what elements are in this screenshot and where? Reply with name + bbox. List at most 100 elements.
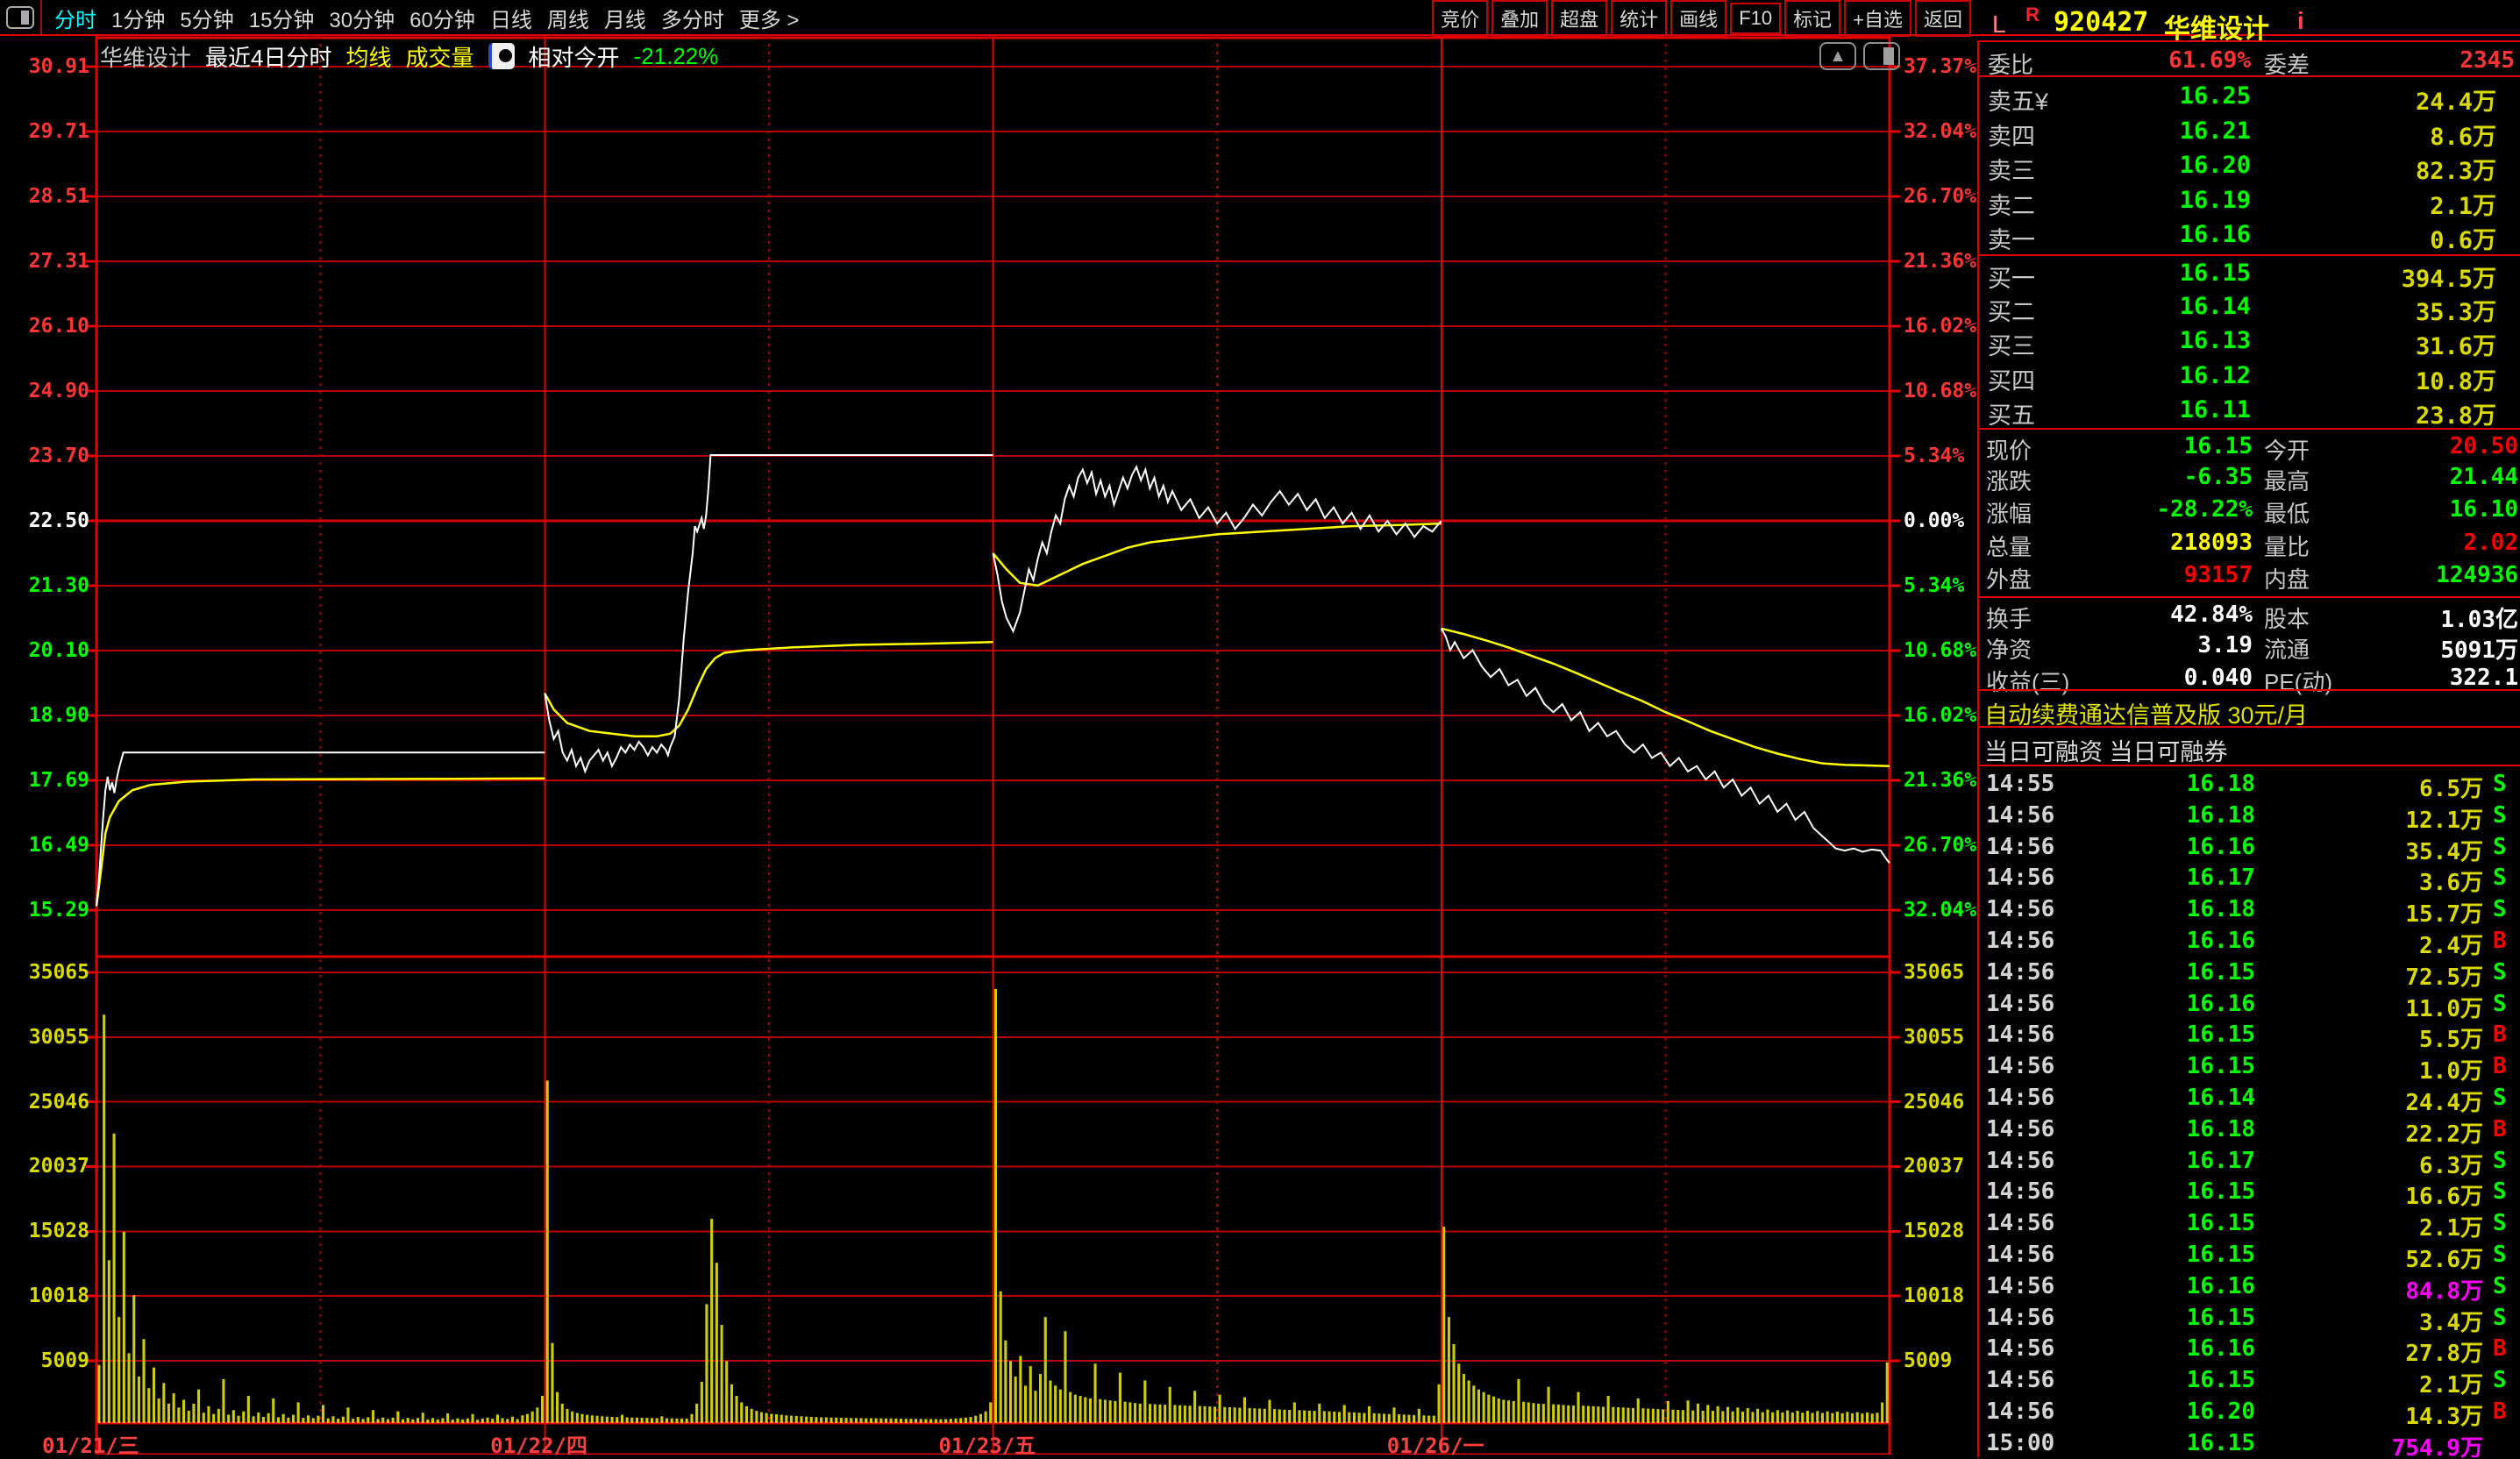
tick-trade-list[interactable]: 14:5516.186.5万S14:5616.1812.1万S14:5616.1… — [1979, 768, 2520, 1457]
tick-trade-row[interactable]: 14:5616.1822.2万B — [1979, 1114, 2520, 1145]
tick-trade-row[interactable]: 14:5516.186.5万S — [1979, 768, 2520, 800]
margin-flag-l: L — [1992, 11, 2006, 39]
tick-direction: S — [2493, 1178, 2507, 1205]
menu-item-统计[interactable]: 统计 — [1611, 0, 1667, 37]
tick-trade-row[interactable]: 14:5616.2014.3万B — [1979, 1396, 2520, 1427]
volume-legend[interactable]: 成交量 — [406, 40, 474, 73]
volume-axis-label: 30055 — [1904, 1025, 1964, 1050]
tick-volume: 12.1万 — [2268, 802, 2483, 835]
tick-trade-row[interactable]: 14:5616.1552.6万S — [1979, 1239, 2520, 1270]
intraday-plot[interactable] — [0, 36, 1975, 1455]
percent-axis-label: 10.68% — [1904, 638, 1976, 663]
tick-trade-row[interactable]: 14:5616.1572.5万S — [1979, 957, 2520, 988]
date-axis-label[interactable]: 01/22/四 — [490, 1428, 587, 1459]
info-icon[interactable]: i — [2297, 7, 2304, 35]
camera-icon[interactable] — [488, 43, 515, 69]
bid-row-5[interactable]: 买五16.1123.8万 — [1979, 393, 2520, 427]
weicha-value: 2345 — [2459, 47, 2515, 74]
menu-item-[interactable]: 周线 — [547, 3, 589, 33]
tick-trade-row[interactable]: 14:5616.1516.6万S — [1979, 1176, 2520, 1207]
tick-trade-row[interactable]: 14:5616.1815.7万S — [1979, 893, 2520, 925]
percent-axis-label: 21.36% — [1904, 768, 1976, 793]
menu-item-画线[interactable]: 画线 — [1670, 0, 1726, 37]
date-axis-label[interactable]: 01/23/五 — [939, 1428, 1036, 1459]
menu-item-叠加[interactable]: 叠加 — [1491, 0, 1548, 37]
menu-item-+自选[interactable]: +自选 — [1844, 0, 1911, 37]
window-panel-icon[interactable] — [6, 6, 34, 29]
tick-trade-row[interactable]: 14:5616.1812.1万S — [1979, 800, 2520, 831]
menu-item-标记[interactable]: 标记 — [1784, 0, 1840, 37]
ask-volume: 0.6万 — [2312, 221, 2496, 255]
menu-item-[interactable]: 多分时 — [661, 3, 724, 33]
quote-label: 量比 — [2264, 530, 2310, 562]
menu-item-[interactable]: 月线 — [604, 3, 646, 33]
subscription-banner[interactable]: 自动续费通达信普及版 30元/月 — [1979, 689, 2520, 728]
split-pane-icon[interactable] — [1863, 42, 1900, 70]
price-axis-label: 22.50 — [0, 509, 89, 533]
menu-item-[interactable]: 日线 — [490, 3, 532, 33]
bid-row-2[interactable]: 买二16.1435.3万 — [1979, 289, 2520, 324]
ask-row-4[interactable]: 卖四16.218.6万 — [1979, 114, 2520, 148]
tick-time: 14:56 — [1986, 834, 2054, 860]
percent-axis-label: 5.34% — [1904, 444, 1964, 468]
tick-price: 16.15 — [2146, 1305, 2255, 1331]
menu-item-15[interactable]: 15分钟 — [249, 3, 315, 33]
menu-item-[interactable]: 分时 — [54, 3, 96, 33]
tick-price: 16.20 — [2146, 1399, 2255, 1425]
menu-item-1[interactable]: 1分钟 — [111, 3, 165, 33]
tick-trade-row[interactable]: 14:5616.152.1万S — [1979, 1207, 2520, 1239]
ask-row-2[interactable]: 卖二16.192.1万 — [1979, 183, 2520, 217]
menu-item-30[interactable]: 30分钟 — [329, 3, 395, 33]
chart-period-label[interactable]: 最近4日分时 — [205, 40, 331, 73]
menu-item-60[interactable]: 60分钟 — [409, 3, 475, 33]
bid-volume: 35.3万 — [2312, 293, 2496, 327]
tick-trade-row[interactable]: 14:5616.155.5万B — [1979, 1019, 2520, 1050]
ask-volume: 2.1万 — [2312, 187, 2496, 221]
tick-price: 16.17 — [2146, 1148, 2255, 1174]
tick-trade-row[interactable]: 14:5616.1611.0万S — [1979, 988, 2520, 1020]
menu-item-竞价[interactable]: 竞价 — [1432, 0, 1488, 37]
tick-trade-row[interactable]: 14:5616.151.0万B — [1979, 1050, 2520, 1082]
volume-axis-label: 10018 — [0, 1284, 89, 1308]
menu-item-[interactable]: 更多 > — [739, 3, 800, 33]
ma-legend[interactable]: 均线 — [345, 40, 391, 73]
percent-axis-label: 5.34% — [1904, 573, 1964, 598]
date-axis-label[interactable]: 01/21/三 — [42, 1428, 139, 1459]
quote-value: 16.15 — [2111, 433, 2253, 459]
ask-row-1[interactable]: 卖一16.160.6万 — [1979, 217, 2520, 252]
menu-item-超盘[interactable]: 超盘 — [1551, 0, 1607, 37]
tick-direction: B — [2493, 1021, 2507, 1048]
tick-volume: 754.9万 — [2268, 1430, 2483, 1457]
ask-row-5[interactable]: 卖五¥16.2524.4万 — [1979, 79, 2520, 113]
tick-price: 16.18 — [2146, 771, 2255, 797]
tick-trade-row[interactable]: 14:5616.173.6万S — [1979, 862, 2520, 893]
tick-trade-row[interactable]: 15:0016.15754.9万 — [1979, 1427, 2520, 1457]
menu-item-返回[interactable]: 返回 — [1915, 0, 1971, 37]
tick-volume: 11.0万 — [2268, 991, 2483, 1023]
ask-price: 16.19 — [2146, 187, 2251, 214]
percent-axis-label: 37.37% — [1904, 54, 1976, 79]
bid-row-4[interactable]: 买四16.1210.8万 — [1979, 359, 2520, 393]
tick-volume: 27.8万 — [2268, 1335, 2483, 1368]
tick-trade-row[interactable]: 14:5616.1635.4万S — [1979, 831, 2520, 863]
tick-trade-row[interactable]: 14:5616.176.3万S — [1979, 1145, 2520, 1177]
ask-row-3[interactable]: 卖三16.2082.3万 — [1979, 148, 2520, 182]
tick-direction: B — [2493, 1116, 2507, 1142]
date-axis-label[interactable]: 01/26/一 — [1387, 1428, 1484, 1459]
tick-time: 14:56 — [1986, 928, 2054, 954]
tick-volume: 1.0万 — [2268, 1053, 2483, 1085]
bid-label: 买三 — [1988, 327, 2035, 361]
bid-row-1[interactable]: 买一16.15394.5万 — [1979, 254, 2520, 288]
tick-trade-row[interactable]: 14:5616.162.4万B — [1979, 925, 2520, 957]
tick-trade-row[interactable]: 14:5616.153.4万S — [1979, 1302, 2520, 1334]
tick-trade-row[interactable]: 14:5616.1684.8万S — [1979, 1270, 2520, 1302]
app-window: 分时 1分钟 5分钟 15分钟 30分钟 60分钟日线周线月线多分时更多 > 竞价叠加超盘… — [0, 0, 2520, 1457]
menu-item-F10[interactable]: F10 — [1730, 3, 1781, 34]
tick-price: 16.16 — [2146, 1335, 2255, 1362]
bid-row-3[interactable]: 买三16.1331.6万 — [1979, 324, 2520, 358]
menu-item-5[interactable]: 5分钟 — [180, 3, 233, 33]
tick-trade-row[interactable]: 14:5616.1627.8万B — [1979, 1333, 2520, 1364]
expand-up-icon[interactable]: ▲ — [1819, 42, 1856, 70]
tick-trade-row[interactable]: 14:5616.152.1万S — [1979, 1364, 2520, 1396]
tick-trade-row[interactable]: 14:5616.1424.4万S — [1979, 1082, 2520, 1114]
